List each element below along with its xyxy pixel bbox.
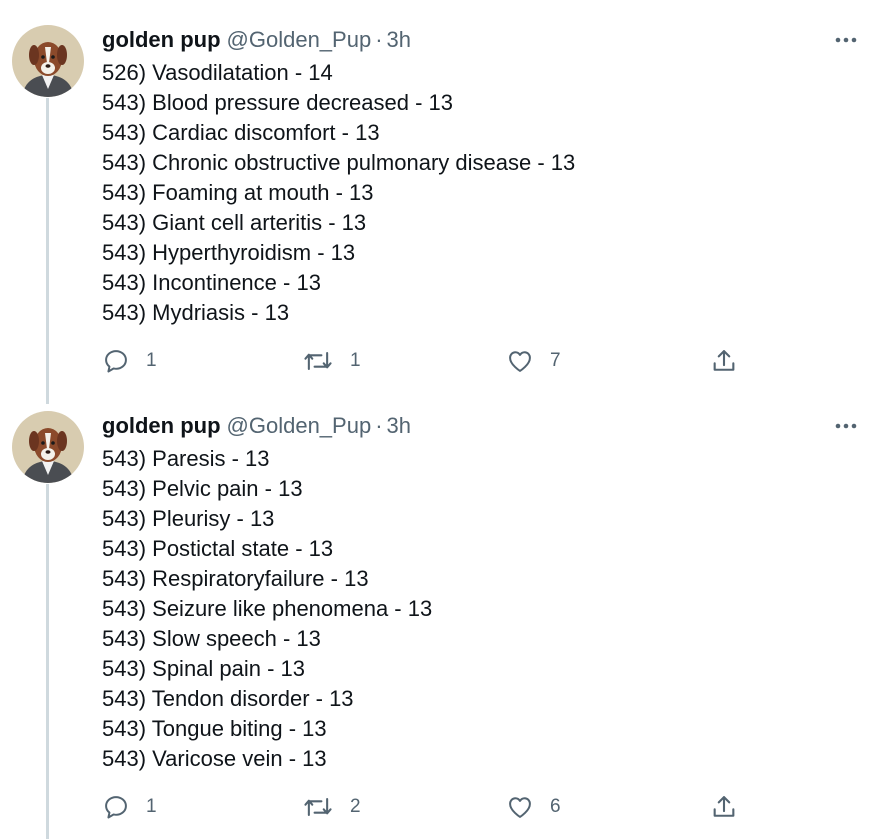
share-button[interactable] [710,343,738,379]
tweet-line: 543) Slow speech - 13 [102,626,321,651]
tweet-text: 543) Paresis - 13 543) Pelvic pain - 13 … [102,444,432,774]
tweet-line: 543) Spinal pain - 13 [102,656,306,681]
tweet-line: 543) Tongue biting - 13 [102,716,327,741]
tweet-header: golden pup @Golden_Pup · 3h [102,413,411,443]
tweet-line: 543) Pleurisy - 13 [102,506,275,531]
like-icon [509,351,531,372]
more-icon [835,37,857,43]
retweet-icon [304,351,332,371]
tweet-line: 543) Postictal state - 13 [102,536,334,561]
tweet-line: 543) Incontinence - 13 [102,270,321,295]
retweet-button[interactable]: 2 [302,789,361,825]
like-button[interactable]: 6 [506,789,561,825]
reply-count: 1 [146,796,157,817]
reply-icon [105,350,127,373]
like-button[interactable]: 7 [506,343,561,379]
retweet-count: 2 [350,796,361,817]
retweet-button[interactable]: 1 [302,343,361,379]
more-button[interactable] [828,27,864,53]
timestamp[interactable]: 3h [387,27,411,53]
tweet-line: 543) Cardiac discomfort - 13 [102,120,380,145]
dog-avatar-icon [12,411,84,483]
dog-avatar-icon [12,25,84,97]
tweet-line: 543) Respiratoryfailure - 13 [102,566,369,591]
user-handle[interactable]: @Golden_Pup [227,27,372,53]
tweet-line: 543) Paresis - 13 [102,446,270,471]
tweet-line: 543) Blood pressure decreased - 13 [102,90,453,115]
tweet-line: 543) Foaming at mouth - 13 [102,180,374,205]
tweet-header: golden pup @Golden_Pup · 3h [102,27,411,57]
retweet-icon [304,797,332,817]
share-icon [713,796,735,817]
separator: · [375,413,383,438]
tweet-actions: 1 1 7 [100,343,760,379]
timestamp[interactable]: 3h [387,413,411,439]
more-button[interactable] [828,413,864,439]
tweet[interactable]: golden pup @Golden_Pup · 3h 526) Vasodil… [0,0,881,400]
user-handle[interactable]: @Golden_Pup [227,413,372,439]
display-name[interactable]: golden pup [102,413,221,439]
tweet-line: 543) Varicose vein - 13 [102,746,327,771]
share-icon [713,350,735,371]
avatar[interactable] [12,411,84,483]
tweet-line: 543) Mydriasis - 13 [102,300,290,325]
retweet-count: 1 [350,350,361,371]
tweet-line: 543) Giant cell arteritis - 13 [102,210,367,235]
reply-count: 1 [146,350,157,371]
avatar[interactable] [12,25,84,97]
separator: · [375,27,383,52]
reply-button[interactable]: 1 [102,789,157,825]
tweet-line: 543) Pelvic pain - 13 [102,476,303,501]
more-icon [835,423,857,429]
tweet-line: 543) Seizure like phenomena - 13 [102,596,433,621]
tweet-line: 543) Hyperthyroidism - 13 [102,240,356,265]
display-name[interactable]: golden pup [102,27,221,53]
like-count: 7 [550,350,561,371]
share-button[interactable] [710,789,738,825]
tweet-line: 543) Tendon disorder - 13 [102,686,354,711]
tweet-text: 526) Vasodilatation - 14 543) Blood pres… [102,58,575,328]
tweet[interactable]: golden pup @Golden_Pup · 3h 543) Paresis… [0,386,881,839]
like-icon [509,797,531,818]
reply-button[interactable]: 1 [102,343,157,379]
like-count: 6 [550,796,561,817]
tweet-line: 543) Chronic obstructive pulmonary disea… [102,150,576,175]
reply-icon [105,796,127,819]
tweet-actions: 1 2 6 [100,789,760,825]
tweet-line: 526) Vasodilatation - 14 [102,60,333,85]
